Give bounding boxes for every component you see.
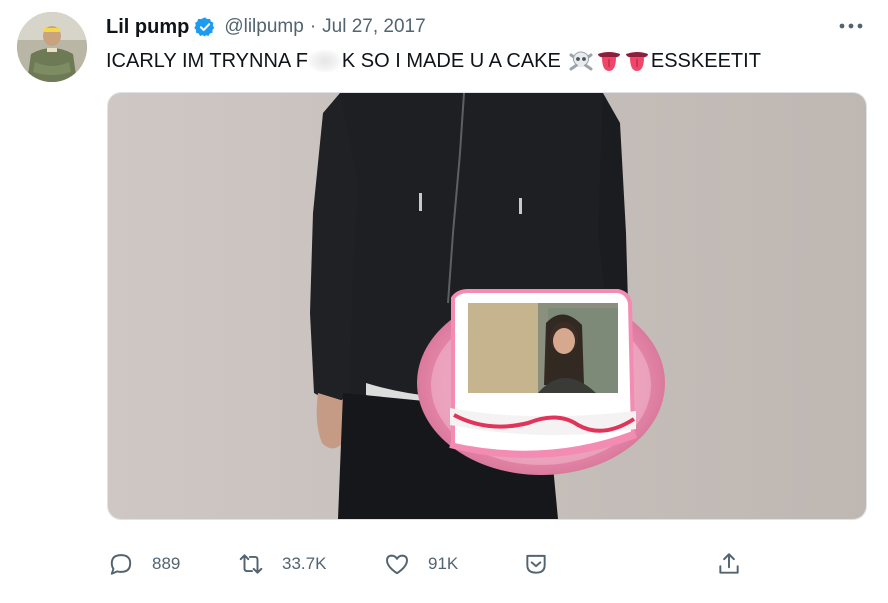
- share-icon: [719, 553, 739, 574]
- censor-blur: [308, 50, 341, 72]
- separator-dot: ·: [309, 16, 317, 37]
- retweet-icon: [239, 554, 263, 574]
- skull-crossbones-icon: [568, 49, 594, 73]
- share-button[interactable]: [716, 548, 742, 580]
- save-button[interactable]: [523, 548, 549, 580]
- like-count: 91K: [428, 554, 459, 573]
- tongue-icon: [596, 49, 622, 73]
- tweet-header: Lil pump @lilpump · Jul 27, 2017: [106, 14, 426, 40]
- tweet-text-part3: ESSKEETIT: [650, 50, 761, 72]
- like-button[interactable]: 91K: [384, 548, 458, 580]
- author-handle[interactable]: @lilpump: [224, 16, 303, 38]
- tweet-date[interactable]: Jul 27, 2017: [322, 16, 426, 38]
- tweet-actions: 889 33.7K 91K: [0, 548, 888, 580]
- bookmark-shield-icon: [526, 554, 546, 574]
- reply-icon: [110, 554, 132, 575]
- author-name[interactable]: Lil pump: [106, 16, 189, 39]
- tweet-text-part2: K SO I MADE U A CAKE: [341, 50, 561, 72]
- tweet-text: ICARLY IM TRYNNA F K SO I MADE U A CAKE …: [106, 48, 761, 74]
- more-icon: [839, 23, 863, 29]
- reply-count: 889: [152, 554, 181, 573]
- reply-button[interactable]: 889: [108, 548, 180, 580]
- verified-badge-icon: [194, 16, 216, 38]
- avatar[interactable]: [17, 12, 87, 82]
- retweet-button[interactable]: 33.7K: [238, 548, 326, 580]
- tweet-photo[interactable]: [107, 92, 867, 520]
- tweet-text-part1: ICARLY IM TRYNNA F: [106, 50, 308, 72]
- more-options-button[interactable]: [834, 12, 868, 40]
- heart-icon: [386, 554, 408, 575]
- tongue-icon: [624, 49, 650, 73]
- retweet-count: 33.7K: [282, 554, 327, 573]
